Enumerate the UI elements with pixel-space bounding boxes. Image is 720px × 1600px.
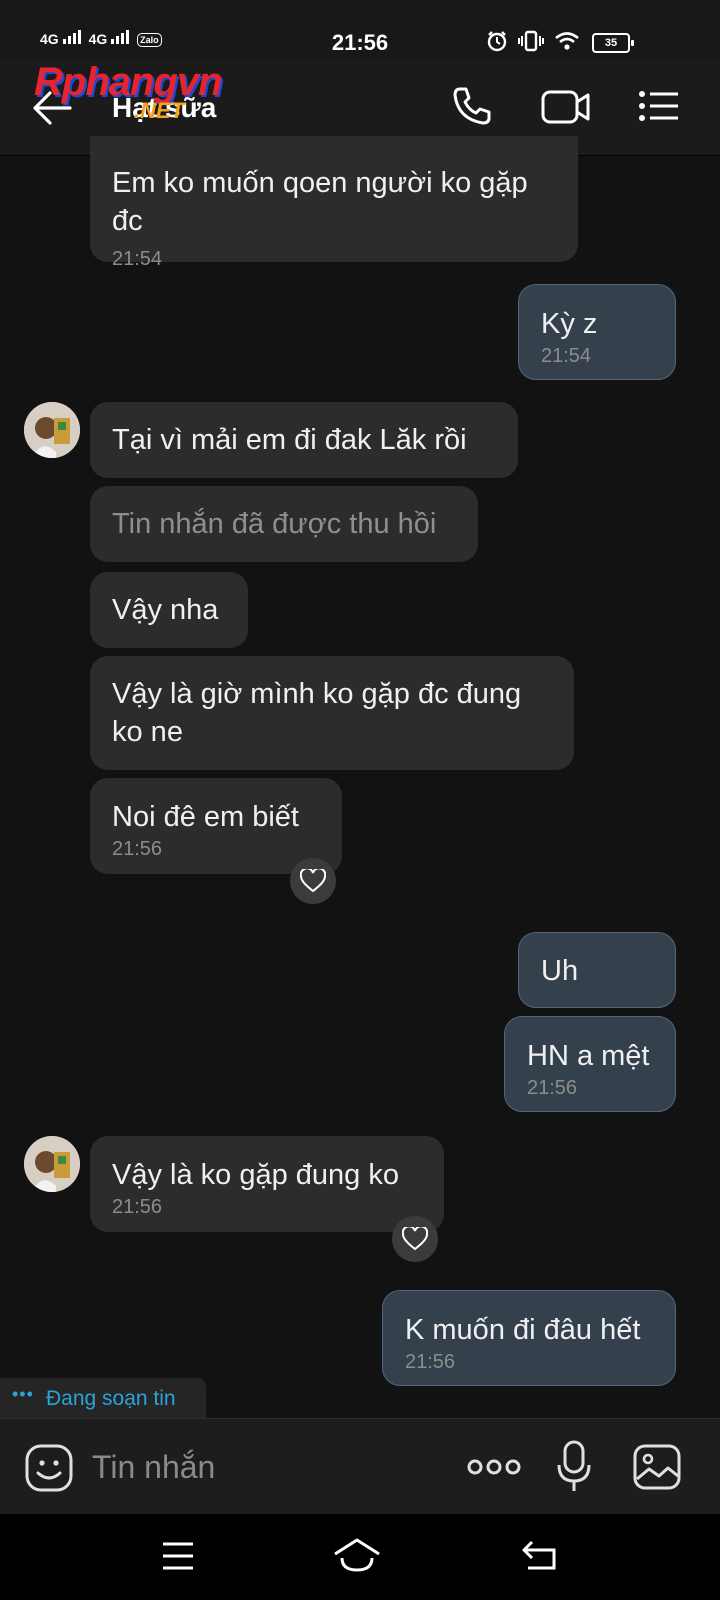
message-incoming[interactable]: Tại vì mải em đi đak Lăk rồi xyxy=(90,402,518,478)
heart-icon xyxy=(402,1227,428,1251)
message-time: 21:56 xyxy=(405,1351,456,1373)
gallery-icon[interactable] xyxy=(632,1443,682,1491)
message-text: Vậy nha xyxy=(112,594,219,626)
phone-icon[interactable] xyxy=(450,84,494,128)
message-incoming[interactable]: Vậy là giờ mình ko gặp đc đung ko ne xyxy=(90,656,574,770)
message-text: ko ne xyxy=(112,716,183,748)
watermark-logo: Rphangvn xyxy=(34,60,223,104)
message-outgoing[interactable]: HN a mệt 21:56 xyxy=(504,1016,676,1112)
sticker-icon[interactable] xyxy=(24,1443,74,1493)
back-icon[interactable] xyxy=(520,1538,560,1572)
video-call-icon[interactable] xyxy=(540,84,592,128)
message-text: K muốn đi đâu hết xyxy=(405,1314,641,1346)
heart-icon xyxy=(300,869,326,893)
message-outgoing[interactable]: Uh xyxy=(518,932,676,1008)
avatar-photo xyxy=(24,1136,80,1192)
typing-dots-icon: ••• xyxy=(12,1384,34,1404)
typing-indicator: ••• Đang soạn tin xyxy=(0,1378,206,1418)
message-time: 21:56 xyxy=(527,1077,578,1099)
message-incoming[interactable]: Vậy là ko gặp đung ko 21:56 xyxy=(90,1136,444,1232)
message-list[interactable]: Em ko muốn qoen người ko gặp đc 21:54 Kỳ… xyxy=(0,136,720,1416)
message-text: Uh xyxy=(541,955,579,987)
vibrate-icon xyxy=(518,30,544,52)
message-text: HN a mệt xyxy=(527,1040,650,1072)
microphone-icon[interactable] xyxy=(556,1439,592,1493)
battery-indicator: 35 xyxy=(592,33,634,53)
more-icon[interactable] xyxy=(466,1457,522,1477)
message-text: Tại vì mải em đi đak Lăk rồi xyxy=(112,424,467,456)
menu-list-icon[interactable] xyxy=(636,84,682,128)
message-incoming[interactable]: Em ko muốn qoen người ko gặp đc 21:54 xyxy=(90,136,578,270)
message-text: Kỳ z xyxy=(541,308,598,340)
message-text: đc xyxy=(112,205,143,237)
message-input[interactable]: Tin nhắn xyxy=(92,1449,215,1486)
alarm-icon xyxy=(487,31,507,52)
status-right xyxy=(486,30,580,52)
react-heart-button[interactable] xyxy=(290,858,336,904)
message-text: Noi đê em biết xyxy=(112,801,299,833)
message-time: 21:56 xyxy=(112,838,163,860)
status-bar: 4G 4G Zalo 21:56 35 xyxy=(0,0,720,60)
message-outgoing[interactable]: Kỳ z 21:54 xyxy=(518,284,676,380)
message-text: Tin nhắn đã được thu hồi xyxy=(112,508,437,540)
message-time: 21:54 xyxy=(112,248,163,270)
message-recalled[interactable]: Tin nhắn đã được thu hồi xyxy=(90,486,478,562)
react-heart-button[interactable] xyxy=(392,1216,438,1262)
avatar[interactable] xyxy=(24,402,80,458)
avatar-photo xyxy=(24,402,80,458)
recent-apps-icon[interactable] xyxy=(160,1540,196,1572)
avatar[interactable] xyxy=(24,1136,80,1192)
message-text: Vậy là ko gặp đung ko xyxy=(112,1159,399,1191)
typing-label: Đang soạn tin xyxy=(46,1387,176,1410)
message-composer: Tin nhắn xyxy=(0,1418,720,1515)
watermark-suffix: .NET xyxy=(134,98,185,123)
system-nav-bar xyxy=(0,1514,720,1600)
home-icon[interactable] xyxy=(332,1536,382,1574)
message-text: Em ko muốn qoen người ko gặp xyxy=(112,167,528,199)
message-time: 21:54 xyxy=(541,345,592,367)
wifi-icon xyxy=(555,32,579,50)
message-time: 21:56 xyxy=(112,1196,163,1218)
message-text: Vậy là giờ mình ko gặp đc đung xyxy=(112,678,522,710)
message-outgoing[interactable]: K muốn đi đâu hết 21:56 xyxy=(382,1290,676,1386)
message-incoming[interactable]: Vậy nha xyxy=(90,572,248,648)
